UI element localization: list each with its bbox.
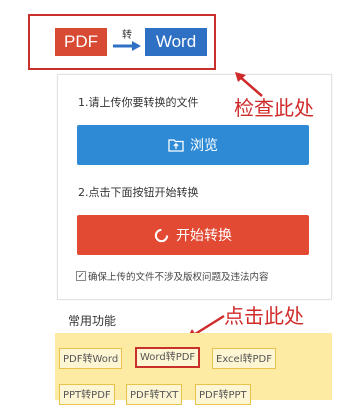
func-ppt-to-pdf[interactable]: PPT转PDF [59, 384, 115, 405]
consent-checkbox[interactable]: ✓ [76, 271, 86, 281]
annotation-click-here: 点击此处 [224, 304, 304, 328]
func-excel-to-pdf[interactable]: Excel转PDF [212, 348, 276, 369]
annotation-arrow-up [235, 72, 263, 97]
common-functions-panel: PDF转Word Word转PDF Excel转PDF PPT转PDF PDF转… [55, 333, 332, 405]
browse-button[interactable]: 浏览 [77, 125, 309, 165]
word-format-badge: Word [145, 28, 207, 56]
consent-row: ✓ 确保上传的文件不涉及版权问题及违法内容 [76, 269, 269, 283]
start-convert-button[interactable]: 开始转换 [77, 215, 309, 255]
browse-button-label: 浏览 [190, 138, 218, 154]
common-functions-title: 常用功能 [68, 314, 117, 328]
func-pdf-to-word[interactable]: PDF转Word [59, 348, 123, 369]
step2-instruction: 2.点击下面按钮开始转换 [78, 186, 199, 199]
convert-connector-text: 转 [122, 30, 132, 41]
convert-arrow: 转 [110, 28, 144, 56]
start-convert-label: 开始转换 [176, 228, 232, 244]
func-word-to-pdf[interactable]: Word转PDF [135, 347, 201, 368]
consent-text: 确保上传的文件不涉及版权问题及违法内容 [88, 272, 269, 283]
spinner-icon [154, 228, 169, 242]
folder-upload-icon [168, 139, 184, 152]
func-pdf-to-txt[interactable]: PDF转TXT [126, 384, 183, 405]
func-pdf-to-ppt[interactable]: PDF转PPT [195, 384, 251, 405]
step1-instruction: 1.请上传你要转换的文件 [78, 96, 199, 109]
arrow-right-icon [113, 41, 141, 51]
pdf-format-badge: PDF [55, 28, 107, 56]
